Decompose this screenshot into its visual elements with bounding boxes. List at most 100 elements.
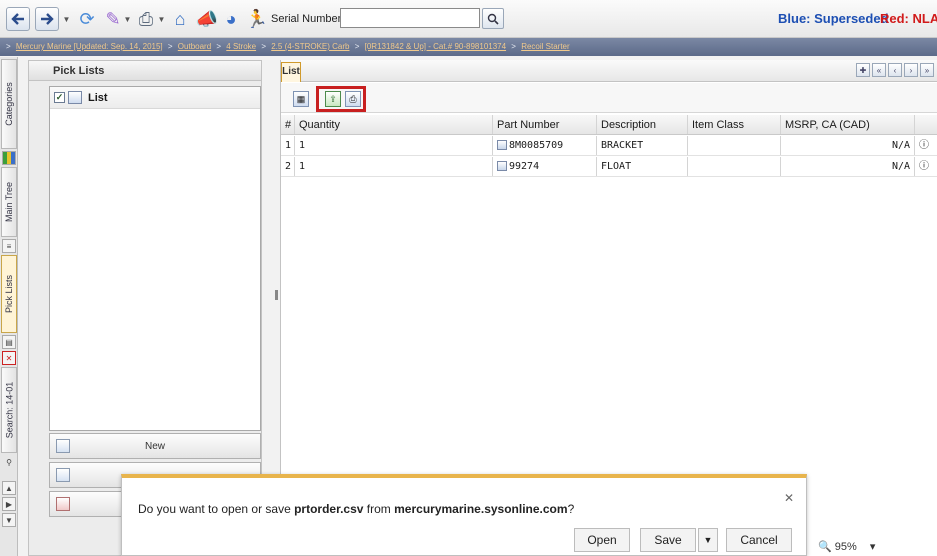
row-item-class	[688, 136, 781, 155]
last-page-icon[interactable]: »	[920, 63, 934, 77]
row-number: 2	[281, 157, 295, 176]
first-page-icon[interactable]: «	[872, 63, 886, 77]
categories-color-icon	[2, 151, 16, 165]
close-search-icon[interactable]: ✕	[2, 351, 16, 365]
top-toolbar: ▼ ⟳ ✎ ▼ ⎙ ▼ ⌂ 📣 ◕ 🏃 Serial Number: Blue:…	[0, 0, 937, 38]
tab-main-tree-label: Main Tree	[4, 181, 14, 223]
breadcrumb-separator: >	[261, 42, 266, 51]
close-icon[interactable]: ✕	[784, 491, 794, 505]
serial-number-input[interactable]	[340, 8, 480, 28]
forward-arrow-icon	[41, 13, 54, 25]
scroll-down-icon[interactable]: ▼	[2, 513, 16, 527]
breadcrumb-item[interactable]: Mercury Marine [Updated: Sep. 14, 2015]	[16, 42, 163, 51]
save-options-dropdown[interactable]: ▼	[698, 528, 718, 552]
col-description[interactable]: Description	[597, 115, 688, 134]
breadcrumb-item[interactable]: 2.5 (4-STROKE) Carb	[271, 42, 349, 51]
pick-list-item[interactable]: ✓ List	[50, 87, 260, 109]
row-quantity[interactable]: 1	[295, 157, 493, 176]
print-icon[interactable]: ⎙	[133, 6, 159, 32]
breadcrumb: > Mercury Marine [Updated: Sep. 14, 2015…	[0, 38, 937, 56]
globe-icon[interactable]: ◕	[218, 6, 244, 32]
pin-icon[interactable]: ✚	[856, 63, 870, 77]
new-pick-list-button[interactable]: New	[49, 433, 261, 459]
open-button[interactable]: Open	[574, 528, 630, 552]
breadcrumb-item[interactable]: Outboard	[178, 42, 211, 51]
row-part-number[interactable]: 99274	[509, 161, 539, 172]
next-page-icon[interactable]: ›	[904, 63, 918, 77]
grid-view-icon[interactable]: ▦	[293, 91, 309, 107]
tab-search[interactable]: Search: 14-01	[1, 367, 17, 453]
home-icon[interactable]: ⌂	[167, 6, 193, 32]
col-msrp[interactable]: MSRP, CA (CAD)	[781, 115, 915, 134]
tab-categories[interactable]: Categories	[1, 59, 17, 149]
search-magnifier-icon: ⚲	[6, 457, 12, 467]
save-button[interactable]: Save	[640, 528, 696, 552]
refresh-icon[interactable]: ⟳	[74, 6, 100, 32]
zoom-level: 95%	[834, 541, 857, 553]
tab-pick-lists-label: Pick Lists	[4, 274, 15, 314]
row-part-number-cell: 99274	[493, 157, 597, 176]
col-part-number[interactable]: Part Number	[493, 115, 597, 134]
table-row[interactable]: 2 1 99274 FLOAT N/A ⓘ	[281, 157, 937, 177]
pick-lists-list: ✓ List	[49, 86, 261, 431]
row-info-icon[interactable]: ⓘ	[915, 136, 937, 155]
checkbox-icon[interactable]: ✓	[54, 92, 65, 103]
breadcrumb-item[interactable]: [0R131842 & Up] - Cat.# 90-898101374	[365, 42, 506, 51]
scroll-right-icon[interactable]: ▶	[2, 497, 16, 511]
breadcrumb-separator: >	[167, 42, 173, 51]
download-message-prefix: Do you want to open or save	[138, 502, 295, 516]
row-info-icon[interactable]: ⓘ	[915, 157, 937, 176]
new-list-icon	[56, 439, 70, 453]
col-actions	[915, 115, 937, 134]
breadcrumb-separator: >	[354, 42, 360, 51]
breadcrumb-item[interactable]: 4 Stroke	[226, 42, 256, 51]
zoom-control[interactable]: 🔍 95% ▾	[818, 540, 875, 553]
row-msrp: N/A	[781, 136, 915, 155]
tab-pick-lists[interactable]: Pick Lists	[1, 255, 17, 333]
download-notification-bar: Do you want to open or save prtorder.csv…	[121, 474, 807, 556]
zoom-dropdown-icon[interactable]: ▾	[870, 541, 876, 553]
col-number[interactable]: #	[281, 115, 295, 134]
pick-list-icon: ▤	[2, 335, 16, 349]
legend-nla: Red: NLA	[880, 11, 937, 26]
edit-tools-icon[interactable]: ✎	[100, 6, 126, 32]
download-message-suffix: ?	[567, 502, 575, 516]
breadcrumb-start-separator: >	[6, 42, 11, 51]
col-item-class[interactable]: Item Class	[688, 115, 781, 134]
forward-button[interactable]	[35, 7, 59, 31]
grid-header: # Quantity Part Number Description Item …	[281, 115, 937, 135]
panel-splitter[interactable]	[275, 290, 278, 300]
row-part-number-cell: 8M0085709	[493, 136, 597, 155]
tab-list[interactable]: List	[281, 62, 301, 82]
edit-list-icon	[56, 468, 70, 482]
download-message: Do you want to open or save prtorder.csv…	[138, 502, 574, 516]
serial-search-button[interactable]	[482, 8, 504, 29]
scroll-up-icon[interactable]: ▲	[2, 481, 16, 495]
announcement-icon[interactable]: 📣	[194, 6, 220, 32]
delete-list-icon	[56, 497, 70, 511]
edit-tools-dropdown-icon[interactable]: ▼	[124, 15, 132, 24]
forward-dropdown-icon[interactable]: ▼	[63, 15, 71, 24]
edit-icon[interactable]	[497, 140, 507, 150]
run-icon[interactable]: 🏃	[244, 6, 270, 32]
row-part-number[interactable]: 8M0085709	[509, 140, 563, 151]
cancel-button[interactable]: Cancel	[726, 528, 792, 552]
back-button[interactable]	[6, 7, 30, 31]
breadcrumb-item[interactable]: Recoil Starter	[521, 42, 569, 51]
legend-superseded: Blue: Superseded	[778, 11, 889, 26]
tab-main-tree[interactable]: Main Tree	[1, 167, 17, 237]
search-icon	[487, 13, 499, 25]
breadcrumb-separator: >	[511, 42, 516, 51]
zoom-icon: 🔍	[818, 541, 832, 553]
table-row[interactable]: 1 1 8M0085709 BRACKET N/A ⓘ	[281, 136, 937, 156]
serial-number-label: Serial Number:	[271, 13, 345, 25]
row-description: BRACKET	[597, 136, 688, 155]
col-quantity[interactable]: Quantity	[295, 115, 493, 134]
row-quantity[interactable]: 1	[295, 136, 493, 155]
prev-page-icon[interactable]: ‹	[888, 63, 902, 77]
print-dropdown-icon[interactable]: ▼	[158, 15, 166, 24]
row-number: 1	[281, 136, 295, 155]
download-site: mercurymarine.sysonline.com	[394, 502, 568, 516]
edit-icon[interactable]	[497, 161, 507, 171]
new-button-label: New	[144, 440, 165, 452]
